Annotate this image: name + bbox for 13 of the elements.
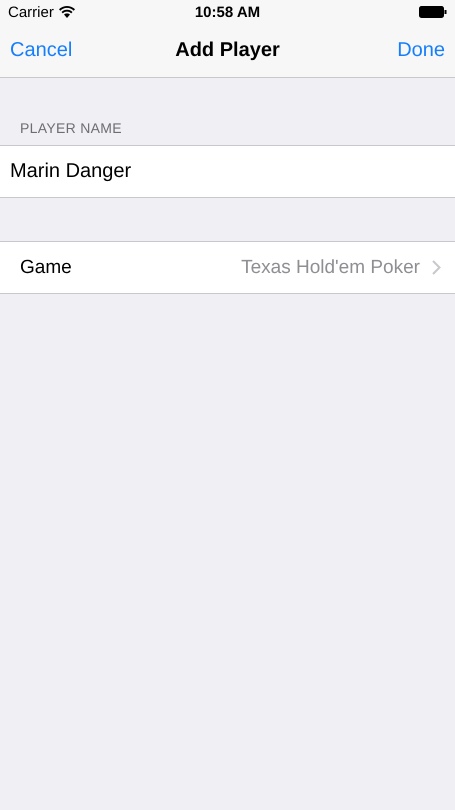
game-label: Game [20, 256, 72, 278]
carrier-label: Carrier [8, 4, 54, 20]
battery-icon [419, 6, 447, 18]
chevron-icon [432, 260, 441, 275]
cancel-button[interactable]: Cancel [10, 39, 72, 62]
game-row[interactable]: Game Texas Hold'em Poker [0, 241, 455, 294]
game-value: Texas Hold'em Poker [241, 256, 420, 278]
name-field[interactable]: Marin Danger [0, 145, 455, 198]
nav-title: Add Player [175, 39, 280, 62]
done-button[interactable]: Done [397, 39, 445, 62]
section-header: PLAYER NAME [19, 119, 123, 138]
status-time: 10:58 AM [194, 4, 260, 20]
wifi-icon [58, 6, 75, 18]
